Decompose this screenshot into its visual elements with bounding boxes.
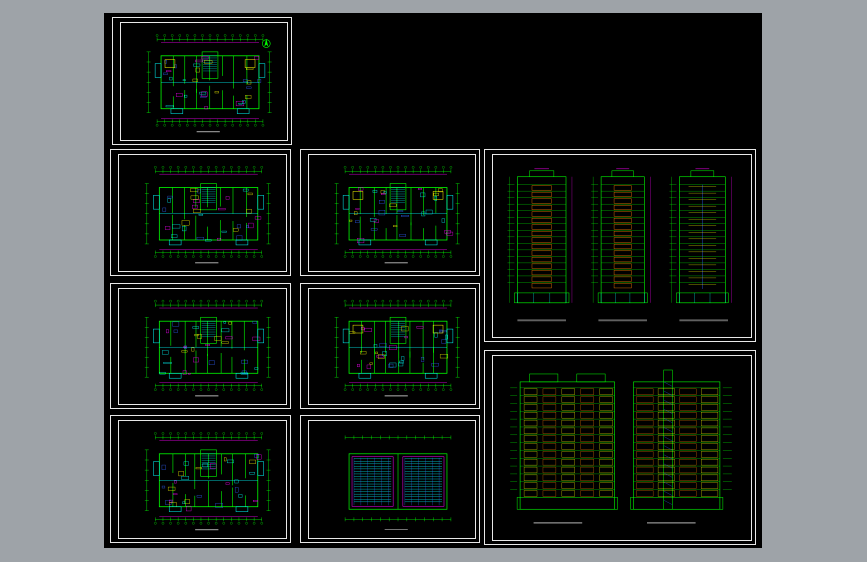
floor-plan-drawing: [146, 34, 272, 133]
sheet-roof-plan[interactable]: [300, 415, 480, 543]
floor-plan-drawing: [144, 432, 271, 531]
sheet-front-elevations[interactable]: [484, 350, 756, 545]
floor-plan-drawing: [144, 299, 271, 397]
front-elevation-drawing: [510, 369, 732, 524]
sheet-floor-plan-3[interactable]: [300, 149, 480, 276]
cad-model-space[interactable]: [104, 13, 762, 548]
floor-plan-drawing: [334, 166, 460, 264]
sheet-floor-plan-1[interactable]: [112, 17, 292, 145]
sheet-floor-plan-2[interactable]: [110, 149, 291, 276]
sheet-floor-plan-4[interactable]: [110, 283, 291, 409]
floor-plan-drawing: [144, 166, 271, 264]
sheet-side-elevations[interactable]: [484, 149, 756, 342]
side-elevation-drawing: [507, 168, 732, 322]
sheet-floor-plan-6[interactable]: [110, 415, 291, 543]
sheet-floor-plan-5[interactable]: [300, 283, 480, 409]
floor-plan-drawing: [334, 299, 460, 397]
roof-plan-drawing: [344, 435, 452, 530]
